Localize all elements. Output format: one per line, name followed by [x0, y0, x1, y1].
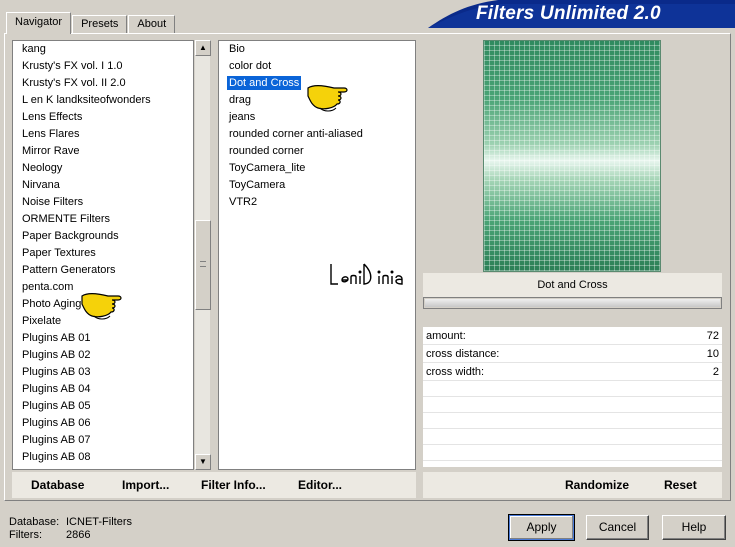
grip-icon: [200, 261, 206, 267]
editor-button[interactable]: Editor...: [298, 472, 342, 498]
param-row-amount[interactable]: amount: 72: [423, 327, 722, 345]
list-item[interactable]: Lens Flares: [13, 126, 193, 143]
list-item[interactable]: Bio: [219, 41, 415, 58]
database-label: Database:: [9, 516, 60, 528]
list-item[interactable]: rounded corner anti-aliased: [219, 126, 415, 143]
list-item[interactable]: Krusty's FX vol. I 1.0: [13, 58, 193, 75]
list-item[interactable]: ToyCamera_lite: [219, 160, 415, 177]
param-row-cross-width[interactable]: cross width: 2: [423, 363, 722, 381]
param-label: cross width:: [426, 366, 485, 378]
list-item[interactable]: ToyCamera: [219, 177, 415, 194]
category-scrollbar[interactable]: ▲ ▼: [194, 40, 211, 470]
list-item[interactable]: rounded corner: [219, 143, 415, 160]
apply-button[interactable]: Apply: [508, 514, 575, 541]
database-button[interactable]: Database: [31, 472, 84, 498]
param-value: 72: [706, 330, 719, 342]
list-item[interactable]: Nirvana: [13, 177, 193, 194]
reset-button[interactable]: Reset: [664, 472, 697, 498]
param-label: amount:: [426, 330, 466, 342]
list-item[interactable]: Plugins AB 01: [13, 330, 193, 347]
list-item[interactable]: Pattern Generators: [13, 262, 193, 279]
list-item[interactable]: L en K landksiteofwonders: [13, 92, 193, 109]
tab-presets[interactable]: Presets: [72, 15, 128, 34]
list-item[interactable]: Plugins AB 06: [13, 415, 193, 432]
list-item[interactable]: Plugins AB 04: [13, 381, 193, 398]
list-item[interactable]: color dot: [219, 58, 415, 75]
list-item[interactable]: Neology: [13, 160, 193, 177]
tab-strip: Navigator Presets About: [6, 12, 176, 34]
filter-label: ToyCamera_lite: [229, 162, 306, 174]
tab-navigator[interactable]: Navigator: [6, 12, 72, 34]
cancel-button[interactable]: Cancel: [586, 515, 649, 540]
list-item[interactable]: Krusty's FX vol. II 2.0: [13, 75, 193, 92]
filter-label: color dot: [229, 60, 272, 72]
list-item[interactable]: Plugins AB 02: [13, 347, 193, 364]
param-row-empty: [423, 381, 722, 397]
list-item[interactable]: Paper Backgrounds: [13, 228, 193, 245]
category-list[interactable]: kang Krusty's FX vol. I 1.0 Krusty's FX …: [12, 40, 194, 470]
list-item[interactable]: Plugins AB 05: [13, 398, 193, 415]
tab-about[interactable]: About: [128, 15, 176, 34]
list-item[interactable]: Lens Effects: [13, 109, 193, 126]
filter-label: rounded corner: [229, 145, 304, 157]
param-row-cross-distance[interactable]: cross distance: 10: [423, 345, 722, 363]
signature-watermark: [330, 263, 403, 285]
preview-slider[interactable]: [425, 299, 720, 307]
param-value: 2: [712, 366, 719, 378]
randomize-button[interactable]: Randomize: [565, 472, 629, 498]
filter-label: Bio: [229, 43, 245, 55]
list-item[interactable]: Paper Textures: [13, 245, 193, 262]
filter-label: drag: [229, 94, 252, 106]
pointing-hand-icon: [307, 85, 348, 112]
app-title: Filters Unlimited 2.0: [476, 3, 661, 24]
list-item[interactable]: Plugins AB 08: [13, 449, 193, 466]
list-item[interactable]: Noise Filters: [13, 194, 193, 211]
filter-label: VTR2: [229, 196, 258, 208]
database-value: ICNET-Filters: [66, 516, 132, 528]
list-item[interactable]: Plugins AB 03: [13, 364, 193, 381]
preview-filter-name: Dot and Cross: [423, 273, 722, 297]
list-item[interactable]: Plugins AB 07: [13, 432, 193, 449]
arrow-up-icon[interactable]: ▲: [195, 40, 211, 56]
import-button[interactable]: Import...: [122, 472, 169, 498]
scroll-thumb[interactable]: [195, 220, 211, 310]
filter-info-button[interactable]: Filter Info...: [201, 472, 266, 498]
help-button[interactable]: Help: [662, 515, 726, 540]
param-row-empty: [423, 397, 722, 413]
param-row-empty: [423, 413, 722, 429]
param-label: cross distance:: [426, 348, 500, 360]
filter-label: Dot and Cross: [227, 76, 302, 90]
list-item[interactable]: Mirror Rave: [13, 143, 193, 160]
filter-label: ToyCamera: [229, 179, 286, 191]
list-item[interactable]: VTR2: [219, 194, 415, 211]
params-list: amount: 72 cross distance: 10 cross widt…: [423, 327, 722, 461]
filter-label: jeans: [229, 111, 256, 123]
list-item[interactable]: kang: [13, 41, 193, 58]
filters-label: Filters:: [9, 529, 42, 541]
param-row-empty: [423, 445, 722, 461]
filters-value: 2866: [66, 529, 91, 541]
filter-label: rounded corner anti-aliased: [229, 128, 363, 140]
arrow-down-icon[interactable]: ▼: [195, 454, 211, 470]
filter-preview-image: [483, 40, 661, 272]
param-row-empty: [423, 429, 722, 445]
param-value: 10: [706, 348, 719, 360]
list-item[interactable]: ORMENTE Filters: [13, 211, 193, 228]
pointing-hand-icon: [81, 293, 122, 320]
